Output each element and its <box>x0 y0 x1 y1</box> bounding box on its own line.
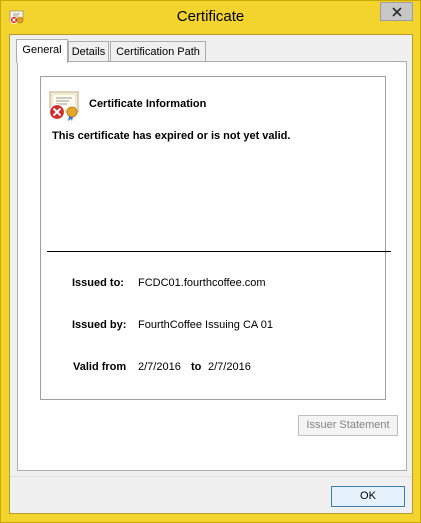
window-title: Certificate <box>176 8 245 25</box>
validity-warning-text: This certificate has expired or is not y… <box>52 130 291 142</box>
issued-to-label: Issued to: <box>72 277 124 289</box>
close-icon <box>392 7 402 17</box>
valid-to-label: to <box>191 361 202 373</box>
separator-line <box>47 251 391 252</box>
tab-general[interactable]: General <box>16 39 68 63</box>
valid-to-value: 2/7/2016 <box>208 361 251 373</box>
certificate-window: Certificate General Details Certificatio… <box>0 0 421 523</box>
certificate-info-heading: Certificate Information <box>89 98 207 110</box>
issued-by-value: FourthCoffee Issuing CA 01 <box>138 319 273 331</box>
ok-button[interactable]: OK <box>331 486 405 507</box>
issued-to-value: FCDC01.fourthcoffee.com <box>138 277 266 289</box>
title-bar[interactable]: Certificate <box>1 1 420 33</box>
issuer-statement-button[interactable]: Issuer Statement <box>298 415 398 436</box>
certificate-error-icon <box>47 90 83 122</box>
certificate-info-box: Certificate Information This certificate… <box>40 76 391 400</box>
tab-details[interactable]: Details <box>68 41 109 62</box>
general-tab-panel: Certificate Information This certificate… <box>17 61 407 471</box>
issued-by-label: Issued by: <box>72 319 127 331</box>
footer-separator <box>10 476 412 477</box>
tab-certification-path[interactable]: Certification Path <box>110 41 206 62</box>
valid-from-label: Valid from <box>73 361 127 373</box>
valid-from-value: 2/7/2016 <box>138 361 181 373</box>
close-button[interactable] <box>380 2 413 21</box>
dialog-client-area: General Details Certification Path Certi… <box>9 34 413 514</box>
